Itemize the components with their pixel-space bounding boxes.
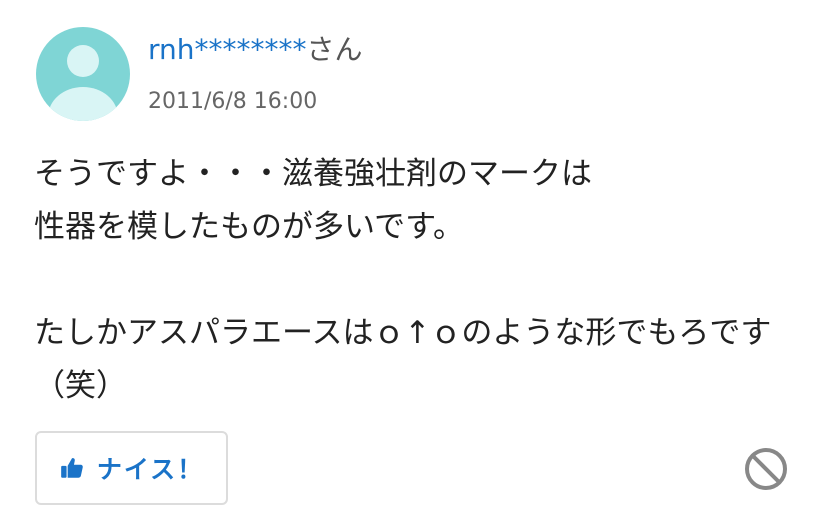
nice-button[interactable]: ナイス！ [35,431,228,505]
body-line: （笑） [34,368,127,404]
user-line: rnh********さん [148,33,363,67]
honorific: さん [306,33,363,66]
avatar-head [67,45,99,77]
nice-label: ナイス！ [96,455,205,484]
body-line: そうですよ・・・滋養強壮剤のマークは [34,156,592,192]
body-line: 性器を模したものが多いです。 [34,209,464,245]
body-line: たしかアスパラエースはｏ↑ｏのような形でもろです [34,315,772,351]
avatar-body [48,87,118,121]
avatar [36,27,130,121]
answer-body: そうですよ・・・滋養強壮剤のマークは 性器を模したものが多いです。 たしかアスパ… [34,148,824,413]
thumbs-up-icon [61,458,83,478]
timestamp: 2011/6/8 16:00 [148,89,318,114]
body-line [34,254,824,307]
username-link[interactable]: rnh******** [148,33,307,66]
prohibited-icon[interactable] [743,446,789,492]
answer-card: rnh********さん 2011/6/8 16:00 そうですよ・・・滋養強… [0,0,840,531]
